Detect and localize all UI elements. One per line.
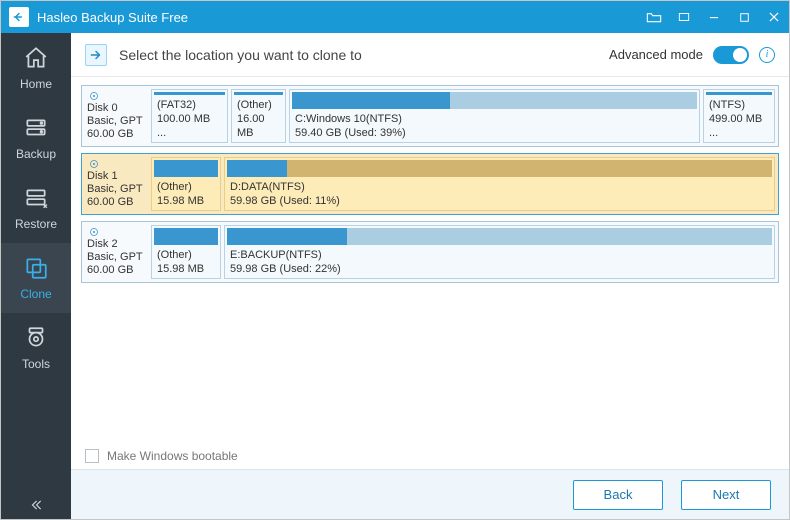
disk-info: Disk 2Basic, GPT60.00 GB bbox=[85, 225, 148, 279]
sidebar-item-clone[interactable]: Clone bbox=[1, 243, 71, 313]
main: Select the location you want to clone to… bbox=[71, 33, 789, 519]
disk-name: Disk 0 bbox=[87, 102, 146, 115]
sidebar-item-backup[interactable]: Backup bbox=[1, 103, 71, 173]
app-title: Hasleo Backup Suite Free bbox=[37, 10, 188, 25]
make-bootable-checkbox[interactable] bbox=[85, 449, 99, 463]
close-icon[interactable] bbox=[759, 1, 789, 33]
disk-row[interactable]: Disk 2Basic, GPT60.00 GB(Other)15.98 MBE… bbox=[81, 221, 779, 283]
window-secondary-icon[interactable] bbox=[669, 1, 699, 33]
advanced-mode-toggle[interactable] bbox=[713, 46, 749, 64]
partition-size: 59.98 GB (Used: 22%) bbox=[230, 262, 769, 276]
partition[interactable]: D:DATA(NTFS)59.98 GB (Used: 11%) bbox=[224, 157, 775, 211]
minimize-icon[interactable] bbox=[699, 1, 729, 33]
next-button[interactable]: Next bbox=[681, 480, 771, 510]
sidebar: Home Backup Restore Clone Tools bbox=[1, 33, 71, 519]
disk-scheme: Basic, GPT bbox=[87, 251, 146, 264]
partition-usage-bar bbox=[706, 92, 772, 95]
disk-info: Disk 1Basic, GPT60.00 GB bbox=[85, 157, 148, 211]
partition[interactable]: C:Windows 10(NTFS)59.40 GB (Used: 39%) bbox=[289, 89, 700, 143]
disk-scheme: Basic, GPT bbox=[87, 183, 146, 196]
partition-label: (Other) bbox=[157, 180, 215, 194]
page-header: Select the location you want to clone to… bbox=[71, 33, 789, 77]
partition[interactable]: (FAT32)100.00 MB ... bbox=[151, 89, 228, 143]
maximize-icon[interactable] bbox=[729, 1, 759, 33]
make-bootable-label: Make Windows bootable bbox=[107, 449, 238, 463]
sidebar-item-label: Restore bbox=[15, 217, 57, 231]
app-icon bbox=[9, 7, 29, 27]
clone-target-icon bbox=[85, 44, 107, 66]
disk-row[interactable]: Disk 1Basic, GPT60.00 GB(Other)15.98 MBD… bbox=[81, 153, 779, 215]
disk-row[interactable]: Disk 0Basic, GPT60.00 GB(FAT32)100.00 MB… bbox=[81, 85, 779, 147]
options-row: Make Windows bootable bbox=[71, 441, 789, 469]
disk-name: Disk 2 bbox=[87, 238, 146, 251]
partition-size: 59.98 GB (Used: 11%) bbox=[230, 194, 769, 208]
partition-label: C:Windows 10(NTFS) bbox=[295, 112, 694, 126]
sidebar-item-label: Backup bbox=[16, 147, 56, 161]
partition-label: (FAT32) bbox=[157, 98, 222, 112]
titlebar: Hasleo Backup Suite Free bbox=[1, 1, 789, 33]
disk-size: 60.00 GB bbox=[87, 128, 146, 141]
partition[interactable]: (Other)16.00 MB bbox=[231, 89, 286, 143]
footer: Back Next bbox=[71, 469, 789, 519]
partition-label: (Other) bbox=[237, 98, 280, 112]
sidebar-item-label: Tools bbox=[22, 357, 50, 371]
disk-size: 60.00 GB bbox=[87, 196, 146, 209]
open-folder-icon[interactable] bbox=[639, 1, 669, 33]
partition[interactable]: E:BACKUP(NTFS)59.98 GB (Used: 22%) bbox=[224, 225, 775, 279]
partition[interactable]: (Other)15.98 MB bbox=[151, 225, 221, 279]
page-title: Select the location you want to clone to bbox=[119, 47, 362, 63]
sidebar-collapse-icon[interactable] bbox=[1, 491, 71, 519]
partition-size: 15.98 MB bbox=[157, 262, 215, 276]
partition-usage-bar bbox=[154, 160, 218, 177]
partition-label: E:BACKUP(NTFS) bbox=[230, 248, 769, 262]
partition[interactable]: (Other)15.98 MB bbox=[151, 157, 221, 211]
advanced-mode-label: Advanced mode bbox=[609, 47, 703, 62]
partition-usage-bar bbox=[227, 228, 772, 245]
app-window: Hasleo Backup Suite Free Home Backup bbox=[0, 0, 790, 520]
partition-size: 499.00 MB ... bbox=[709, 112, 769, 140]
partition-usage-bar bbox=[234, 92, 283, 95]
sidebar-item-label: Home bbox=[20, 77, 52, 91]
info-icon[interactable]: i bbox=[759, 47, 775, 63]
sidebar-item-restore[interactable]: Restore bbox=[1, 173, 71, 243]
disk-size: 60.00 GB bbox=[87, 264, 146, 277]
partition-label: D:DATA(NTFS) bbox=[230, 180, 769, 194]
partition-size: 16.00 MB bbox=[237, 112, 280, 140]
partition-usage-bar bbox=[292, 92, 697, 109]
body: Home Backup Restore Clone Tools bbox=[1, 33, 789, 519]
partition-usage-bar bbox=[154, 228, 218, 245]
partition-size: 15.98 MB bbox=[157, 194, 215, 208]
disk-scheme: Basic, GPT bbox=[87, 115, 146, 128]
disk-info: Disk 0Basic, GPT60.00 GB bbox=[85, 89, 148, 143]
disk-name: Disk 1 bbox=[87, 170, 146, 183]
partition-usage-bar bbox=[227, 160, 772, 177]
disk-list: Disk 0Basic, GPT60.00 GB(FAT32)100.00 MB… bbox=[71, 77, 789, 441]
partition-label: (NTFS) bbox=[709, 98, 769, 112]
partition[interactable]: (NTFS)499.00 MB ... bbox=[703, 89, 775, 143]
partition-usage-bar bbox=[154, 92, 225, 95]
partition-size: 59.40 GB (Used: 39%) bbox=[295, 126, 694, 140]
partition-label: (Other) bbox=[157, 248, 215, 262]
sidebar-item-tools[interactable]: Tools bbox=[1, 313, 71, 383]
partition-size: 100.00 MB ... bbox=[157, 112, 222, 140]
back-button[interactable]: Back bbox=[573, 480, 663, 510]
sidebar-item-home[interactable]: Home bbox=[1, 33, 71, 103]
sidebar-item-label: Clone bbox=[20, 287, 51, 301]
